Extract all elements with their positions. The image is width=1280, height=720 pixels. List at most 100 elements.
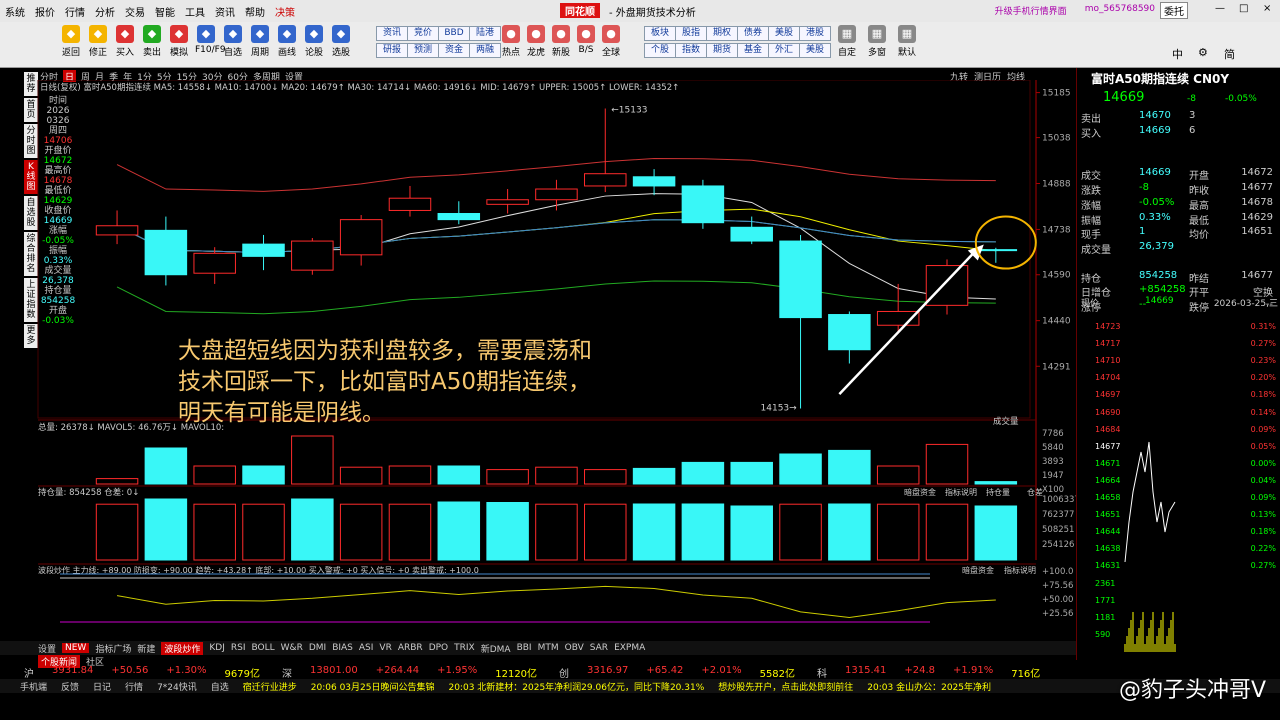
candle-body[interactable] [193, 252, 236, 274]
indicator-tab[interactable]: W&R [281, 643, 303, 653]
toolbar-button[interactable]: ◆ 卖出 [141, 25, 163, 58]
menu-item[interactable]: 系统 [0, 4, 30, 19]
toolbar-grid-button[interactable]: 资讯 [376, 26, 408, 41]
indicator-tab[interactable]: TRIX [454, 643, 475, 653]
toolbar-button[interactable]: ● 新股 [550, 25, 572, 58]
indicator-tab[interactable]: OBV [565, 643, 584, 653]
candle-body[interactable] [730, 226, 773, 242]
settings-icon[interactable]: ⚙ [1198, 46, 1208, 59]
toolbar-grid-button[interactable]: 债券 [737, 26, 769, 41]
news-item[interactable]: 想炒股先开户，点击此处即刻前往 [718, 680, 853, 693]
toolbar-button[interactable]: ● 龙虎 [525, 25, 547, 58]
toolbar-grid-button[interactable]: 板块 [644, 26, 676, 41]
candle-body[interactable] [486, 199, 529, 205]
toolbar-grid-button[interactable]: 研报 [376, 43, 408, 58]
news-item[interactable]: 20:03 北新建材：2025年净利润29.06亿元，同比下降20.31% [448, 680, 704, 693]
toolbar-button[interactable]: ◆ F10/F9 [195, 25, 226, 55]
indicator-tab[interactable]: 波段炒作 [161, 641, 204, 655]
toolbar-grid-button[interactable]: 美股 [799, 43, 831, 58]
candle-body[interactable] [681, 185, 725, 224]
toolbar-button[interactable]: ● 全球 [600, 25, 622, 58]
simplified-icon[interactable]: 简 [1224, 46, 1235, 62]
candle-body[interactable] [95, 225, 139, 236]
toolbar-button[interactable]: ◆ 周期 [249, 25, 271, 58]
toolbar-grid-button[interactable]: 期货 [706, 43, 738, 58]
indicator-tab[interactable]: BOLL [252, 643, 275, 653]
toolbar-button[interactable]: ◆ 修正 [87, 25, 109, 58]
news-item[interactable]: 手机端 [20, 680, 47, 693]
indicator-tab[interactable]: MTM [538, 643, 559, 653]
ticker-group[interactable]: 沪 3931.84 +50.56 +1.30% 9679亿 [24, 665, 260, 680]
ticker-group[interactable]: 科 1315.41 +24.8 +1.91% 716亿 [817, 665, 1040, 680]
news-item[interactable]: 自选 [211, 680, 229, 693]
toolbar-button[interactable]: ◆ 论股 [303, 25, 325, 58]
toolbar-grid-button[interactable]: 美股 [768, 26, 800, 41]
toolbar-grid-button[interactable]: 股指 [675, 26, 707, 41]
candle-body[interactable] [339, 219, 383, 256]
minimize-icon[interactable]: — [1210, 3, 1230, 14]
toolbar-grid-button[interactable]: BBD [438, 26, 470, 41]
candle-body[interactable] [779, 240, 822, 319]
toolbar-button[interactable]: ● 热点 [500, 25, 522, 58]
indicator-tab[interactable]: EXPMA [614, 643, 645, 653]
news-item[interactable]: 7*24快讯 [157, 680, 197, 693]
menu-item[interactable]: 智能 [150, 4, 180, 19]
toolbar-button[interactable]: ◆ 画线 [276, 25, 298, 58]
upgrade-link[interactable]: 升级手机行情界面 [990, 4, 1072, 17]
toolbar-button[interactable]: ▦ 默认 [896, 25, 918, 58]
news-item[interactable]: 行情 [125, 680, 143, 693]
toolbar-grid-button[interactable]: 指数 [675, 43, 707, 58]
indicator-tab[interactable]: BIAS [332, 643, 353, 653]
close-icon[interactable]: × [1258, 3, 1276, 14]
indicator-tab[interactable]: 新DMA [481, 642, 511, 655]
oi-tab[interactable]: 持仓量 [986, 487, 1010, 497]
broker-button[interactable]: 委托 [1160, 2, 1188, 19]
toolbar-grid-button[interactable]: 基金 [737, 43, 769, 58]
oi-tab[interactable]: 暗盘资金 [904, 487, 936, 497]
indicator-tab[interactable]: 指标说明 [1004, 565, 1036, 575]
toolbar-button[interactable]: ◆ 模拟 [168, 25, 190, 58]
indicator-tab[interactable]: DMI [309, 643, 326, 653]
toolbar-grid-button[interactable]: 资金 [438, 43, 470, 58]
toolbar-grid-button[interactable]: 两融 [469, 43, 501, 58]
toolbar-grid-button[interactable]: 期权 [706, 26, 738, 41]
lang-icon[interactable]: 中 [1172, 46, 1183, 62]
menu-item[interactable]: 资讯 [210, 4, 240, 19]
toolbar-grid-button[interactable]: 港股 [799, 26, 831, 41]
toolbar-button[interactable]: ▦ 自定 [836, 25, 858, 58]
indicator-tab[interactable]: SAR [590, 643, 608, 653]
candle-body[interactable] [144, 229, 188, 276]
candle-body[interactable] [535, 188, 578, 201]
candle-body[interactable] [437, 213, 481, 221]
news-item[interactable]: 20:03 金山办公：2025年净利 [867, 680, 991, 693]
menu-item[interactable]: 报价 [30, 4, 60, 19]
news-item[interactable]: 反馈 [61, 680, 79, 693]
menu-item[interactable]: 交易 [120, 4, 150, 19]
indicator-tab[interactable]: KDJ [209, 643, 225, 653]
menu-item[interactable]: 帮助 [240, 4, 270, 19]
candle-body[interactable] [291, 240, 334, 271]
toolbar-grid-button[interactable]: 陆港 [469, 26, 501, 41]
toolbar-grid-button[interactable]: 预测 [407, 43, 439, 58]
menu-item[interactable]: 工具 [180, 4, 210, 19]
toolbar-grid-button[interactable]: 外汇 [768, 43, 800, 58]
candle-body[interactable] [632, 176, 676, 187]
indicator-tab[interactable]: 指标广场 [95, 642, 131, 655]
news-item[interactable]: 日记 [93, 680, 111, 693]
indicator-tab[interactable]: 新建 [137, 642, 155, 655]
toolbar-button[interactable]: ◆ 返回 [60, 25, 82, 58]
candle-body[interactable] [242, 243, 285, 257]
candle-body[interactable] [584, 173, 627, 187]
candle-body[interactable] [828, 314, 871, 351]
toolbar-button[interactable]: ◆ 买入 [114, 25, 136, 58]
toolbar-button[interactable]: ▦ 多窗 [866, 25, 888, 58]
menu-item[interactable]: 分析 [90, 4, 120, 19]
indicator-tab[interactable]: 设置 [38, 642, 56, 655]
toolbar-button[interactable]: ● B/S [575, 25, 597, 55]
news-item[interactable]: 宿迁行业进步 [243, 680, 297, 693]
menu-item[interactable]: 决策 [270, 4, 300, 19]
indicator-tab[interactable]: BBI [517, 643, 532, 653]
maximize-icon[interactable]: □ [1234, 3, 1253, 14]
indicator-tab[interactable]: ASI [359, 643, 374, 653]
toolbar-grid-button[interactable]: 竞价 [407, 26, 439, 41]
